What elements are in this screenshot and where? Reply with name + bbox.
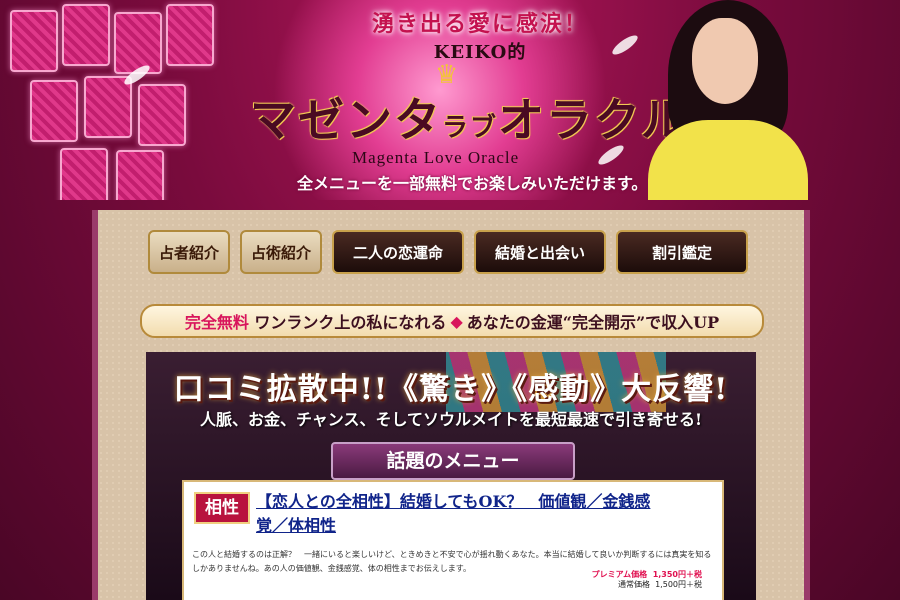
subtitle-japanese: 全メニューを一部無料でお楽しみいただけます。 (297, 174, 648, 193)
price-block: プレミアム価格 1,350円＋税 通常価格 1,500円＋税 (592, 570, 702, 590)
banner-text-1: ワンランク上の私になれる (254, 313, 447, 332)
nav-marriage-encounter[interactable]: 結婚と出会い (474, 230, 606, 274)
logo-small: ラブ (442, 113, 499, 143)
logo-main: マゼンタ (250, 93, 442, 147)
subtitle-english: Magenta Love Oracle (352, 148, 520, 167)
regular-price: 1,500円＋税 (655, 580, 702, 589)
fortune-teller-portrait (648, 0, 808, 200)
category-badge: 相性 (194, 492, 250, 524)
banner-free-label: 完全無料 (184, 313, 249, 332)
premium-price-label: プレミアム価格 (591, 570, 648, 579)
nav-discount-reading[interactable]: 割引鑑定 (616, 230, 748, 274)
promo-subline: 人脈、お金、チャンス、そしてソウルメイトを最短最速で引き寄せる! (199, 410, 703, 429)
free-reading-banner[interactable]: 完全無料 ワンランク上の私になれる ◆ あなたの金運“完全開示”で収入UP (140, 304, 764, 338)
nav-fortune-teller[interactable]: 占者紹介 (148, 230, 230, 274)
premium-price: 1,350円＋税 (652, 570, 702, 579)
menu-item-card[interactable]: 相性 【恋人との全相性】結婚してもOK？ 価値観／金銭感覚／体相性 この人と結婚… (182, 480, 724, 600)
site-header: 湧き出る愛に感涙！ KEIKO的 ♛ マゼンタラブオラクル Magenta Lo… (0, 0, 900, 205)
nav-love-destiny[interactable]: 二人の恋運命 (332, 230, 464, 274)
main-nav: 占者紹介 占術紹介 二人の恋運命 結婚と出会い 割引鑑定 (148, 230, 748, 274)
regular-price-label: 通常価格 (618, 580, 650, 589)
nav-divination-method[interactable]: 占術紹介 (240, 230, 322, 274)
promo-section: 口コミ拡散中!!《驚き》《感動》大反響! 人脈、お金、チャンス、そしてソウルメイ… (146, 352, 756, 600)
menu-item-title-link[interactable]: 【恋人との全相性】結婚してもOK？ 価値観／金銭感覚／体相性 (256, 490, 666, 538)
site-logo[interactable]: マゼンタラブオラクル (250, 84, 689, 150)
diamond-icon: ◆ (450, 311, 463, 331)
promo-headline: 口コミ拡散中!!《驚き》《感動》大反響! (173, 372, 729, 407)
banner-text-2: あなたの金運“完全開示”で収入UP (466, 313, 720, 332)
featured-menu-heading: 話題のメニュー (331, 442, 575, 480)
